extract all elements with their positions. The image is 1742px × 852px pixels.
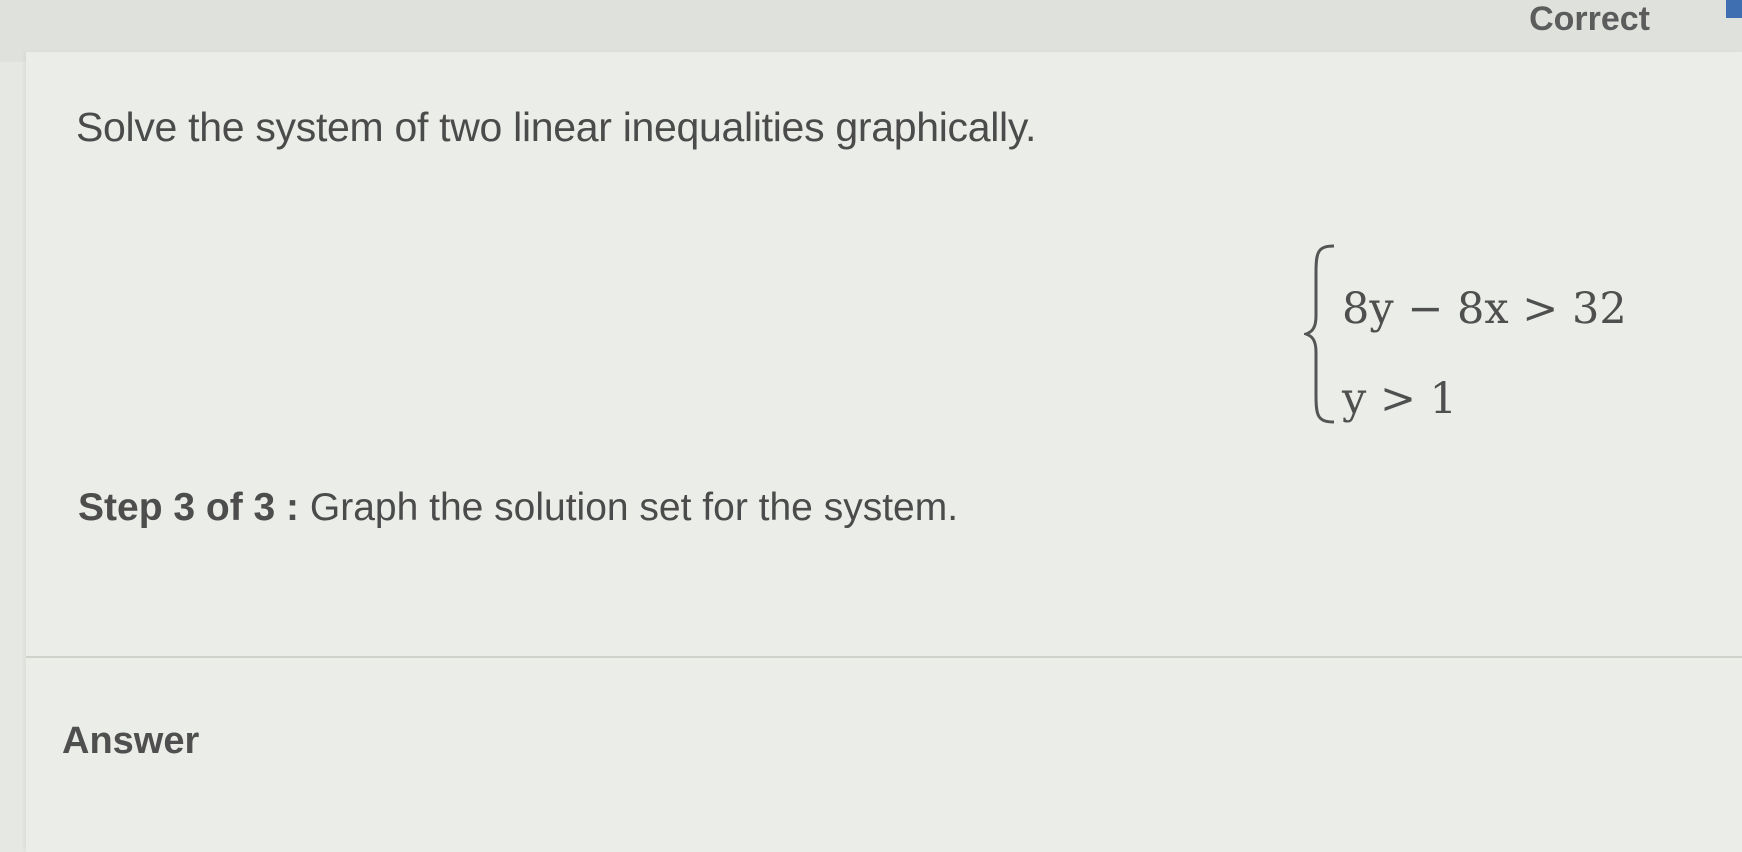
inequality-1: 8y − 8x > 32 xyxy=(1342,284,1627,334)
step-instruction: Graph the solution set for the system. xyxy=(309,486,959,529)
curly-brace-icon xyxy=(1304,244,1335,424)
step-label: Step 3 of 3 : xyxy=(78,486,300,529)
section-divider xyxy=(26,656,1742,658)
question-panel: Solve the system of two linear inequalit… xyxy=(26,52,1742,852)
status-marker xyxy=(1726,0,1742,18)
answer-heading: Answer xyxy=(62,720,200,762)
inequality-2: y > 1 xyxy=(1342,374,1458,424)
inequality-system: 8y − 8x > 32 y > 1 xyxy=(1304,236,1644,436)
step-instruction-row: Step 3 of 3 : Graph the solution set for… xyxy=(78,486,958,530)
status-label: Correct xyxy=(1529,0,1650,38)
question-prompt: Solve the system of two linear inequalit… xyxy=(76,104,1037,150)
